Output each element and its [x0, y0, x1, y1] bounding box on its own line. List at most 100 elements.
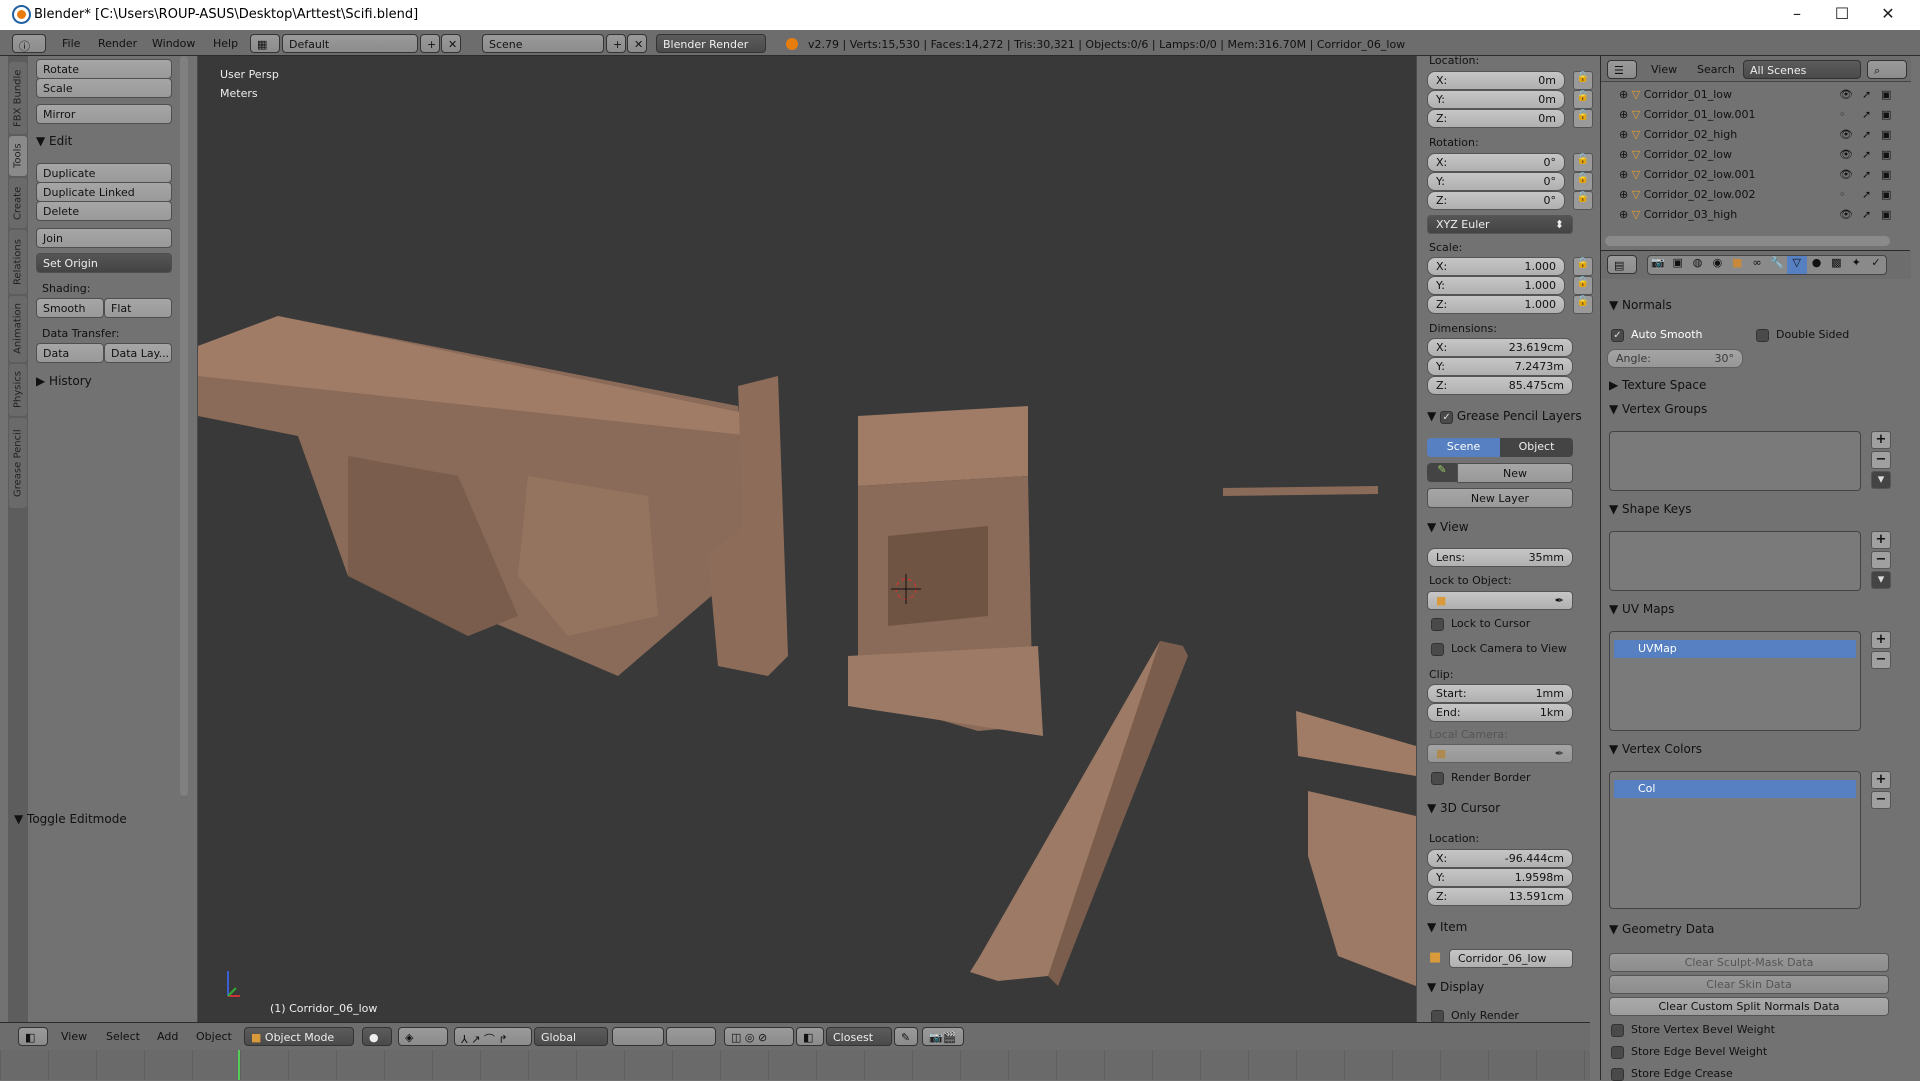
- shape-key-specials-button[interactable]: ▾: [1871, 571, 1891, 589]
- vertex-groups-header[interactable]: ▼ Vertex Groups: [1609, 402, 1707, 416]
- edit-panel-header[interactable]: ▼ Edit: [36, 134, 72, 148]
- grease-pencil-header[interactable]: ▼ ✓ Grease Pencil Layers: [1427, 409, 1582, 424]
- render-tab-icon[interactable]: 📷: [1648, 256, 1668, 274]
- menu-render[interactable]: Render: [98, 37, 137, 50]
- screen-layout-icon[interactable]: ▦: [250, 34, 280, 53]
- clip-start-field[interactable]: Start: 1mm: [1427, 684, 1573, 703]
- maximize-button[interactable]: ☐: [1827, 4, 1857, 23]
- auto-smooth-checkbox[interactable]: ✓: [1611, 329, 1624, 342]
- render-camera-icon[interactable]: ▣: [1881, 188, 1891, 201]
- outliner-view-menu[interactable]: View: [1651, 63, 1677, 76]
- store-edge-bevel-checkbox[interactable]: [1611, 1046, 1624, 1059]
- view-panel-header[interactable]: ▼ View: [1427, 520, 1469, 534]
- cursor-x-field[interactable]: X: -96.444cm: [1427, 849, 1573, 868]
- shelf-scrollbar[interactable]: [180, 56, 188, 796]
- eye-icon[interactable]: 👁: [1839, 208, 1853, 221]
- object-name-input[interactable]: Corridor_06_low: [1449, 949, 1573, 968]
- mode-dropdown[interactable]: ■ Object Mode: [244, 1027, 354, 1046]
- dimensions-x-field[interactable]: X: 23.619cm: [1427, 338, 1573, 357]
- outliner-row[interactable]: ⊕ ▽ Corridor_02_low.002 ◦ ➚ ▣: [1619, 188, 1899, 208]
- delete-scene-button[interactable]: ✕: [627, 34, 647, 53]
- rotation-y-field[interactable]: Y: 0°: [1427, 172, 1565, 191]
- outliner-row[interactable]: ⊕ ▽ Corridor_03_high 👁 ➚ ▣: [1619, 208, 1899, 228]
- eye-icon[interactable]: 👁: [1839, 148, 1853, 161]
- outliner-search-menu[interactable]: Search: [1697, 63, 1735, 76]
- menu-window[interactable]: Window: [152, 37, 195, 50]
- geometry-data-header[interactable]: ▼ Geometry Data: [1609, 922, 1714, 936]
- pencil-icon[interactable]: ✎: [1427, 463, 1457, 482]
- remove-vertex-group-button[interactable]: −: [1871, 451, 1891, 469]
- minimize-button[interactable]: –: [1782, 4, 1812, 23]
- transform-orientation-dropdown[interactable]: Global: [534, 1027, 608, 1046]
- render-engine-dropdown[interactable]: Blender Render: [656, 34, 766, 53]
- outliner-row[interactable]: ⊕ ▽ Corridor_02_low 👁 ➚ ▣: [1619, 148, 1899, 168]
- tab-animation[interactable]: Animation: [9, 296, 27, 362]
- render-opengl-icons[interactable]: 📷🎬: [922, 1027, 964, 1046]
- scale-y-field[interactable]: Y: 1.000: [1427, 276, 1565, 295]
- menu-help[interactable]: Help: [213, 37, 238, 50]
- eye-icon[interactable]: 👁: [1839, 128, 1853, 141]
- scale-z-field[interactable]: Z: 1.000: [1427, 295, 1565, 314]
- add-scene-button[interactable]: +: [606, 34, 626, 53]
- layers-tab-icon[interactable]: ▣: [1668, 256, 1688, 274]
- tab-relations[interactable]: Relations: [9, 230, 27, 294]
- 3d-view-editor-icon[interactable]: ◧: [18, 1027, 48, 1046]
- vertex-group-specials-button[interactable]: ▾: [1871, 471, 1891, 489]
- scale-button[interactable]: Scale: [36, 78, 172, 98]
- outliner-editor-icon[interactable]: ☰: [1607, 60, 1637, 79]
- tab-tools[interactable]: Tools: [9, 136, 27, 176]
- proportional-edit-icons[interactable]: ◫ ◎ ⊘: [724, 1027, 794, 1046]
- grease-pencil-checkbox[interactable]: ✓: [1440, 411, 1454, 424]
- render-camera-icon[interactable]: ▣: [1881, 88, 1891, 101]
- tab-physics[interactable]: Physics: [9, 364, 27, 416]
- remove-uv-map-button[interactable]: −: [1871, 651, 1891, 669]
- cursor-select-icon[interactable]: ➚: [1862, 128, 1871, 141]
- lock-icon[interactable]: 🔓: [1573, 191, 1593, 210]
- clear-split-normals-button[interactable]: Clear Custom Split Normals Data: [1609, 997, 1889, 1016]
- new-layer-button[interactable]: New Layer: [1427, 488, 1573, 508]
- cursor-select-icon[interactable]: ➚: [1862, 188, 1871, 201]
- menu-select[interactable]: Select: [106, 1030, 140, 1043]
- texture-tab-icon[interactable]: ▩: [1826, 256, 1846, 274]
- double-sided-checkbox[interactable]: [1756, 329, 1769, 342]
- uv-maps-header[interactable]: ▼ UV Maps: [1609, 602, 1674, 616]
- cursor-z-field[interactable]: Z: 13.591cm: [1427, 887, 1573, 906]
- render-border-checkbox[interactable]: [1431, 772, 1444, 785]
- gp-scene-tab[interactable]: Scene: [1427, 438, 1500, 457]
- display-mode-dropdown[interactable]: All Scenes: [1743, 60, 1861, 79]
- layers-grid-2[interactable]: [666, 1027, 716, 1046]
- cursor-select-icon[interactable]: ➚: [1862, 168, 1871, 181]
- item-panel-header[interactable]: ▼ Item: [1427, 920, 1467, 934]
- eye-hidden-icon[interactable]: ◦: [1839, 188, 1846, 201]
- eye-icon[interactable]: 👁: [1839, 88, 1853, 101]
- expand-icon[interactable]: ⊕: [1619, 88, 1628, 101]
- manipulator-icons[interactable]: ⅄ ↗ ⌒ ↱: [454, 1027, 532, 1046]
- menu-file[interactable]: File: [62, 37, 80, 50]
- smooth-button[interactable]: Smooth: [36, 298, 104, 318]
- render-camera-icon[interactable]: ▣: [1881, 208, 1891, 221]
- world-tab-icon[interactable]: ◉: [1707, 256, 1727, 274]
- scene-field[interactable]: Scene: [482, 34, 604, 53]
- snap-target-dropdown[interactable]: Closest: [826, 1027, 892, 1046]
- timeline[interactable]: [0, 1050, 1590, 1080]
- vertex-groups-list[interactable]: [1609, 431, 1861, 491]
- object-tab-icon[interactable]: ■: [1727, 256, 1747, 274]
- gp-object-tab[interactable]: Object: [1500, 438, 1573, 457]
- constraints-tab-icon[interactable]: ∞: [1747, 256, 1767, 274]
- lock-icon[interactable]: 🔓: [1573, 172, 1593, 191]
- modifiers-tab-icon[interactable]: 🔧: [1767, 256, 1787, 274]
- dimensions-z-field[interactable]: Z: 85.475cm: [1427, 376, 1573, 395]
- cursor-select-icon[interactable]: ➚: [1862, 88, 1871, 101]
- display-panel-header[interactable]: ▼ Display: [1427, 980, 1484, 994]
- physics-tab-icon[interactable]: ✓: [1866, 256, 1886, 274]
- shape-keys-list[interactable]: [1609, 531, 1861, 591]
- store-vertex-bevel-checkbox[interactable]: [1611, 1024, 1624, 1037]
- cursor-select-icon[interactable]: ➚: [1862, 148, 1871, 161]
- menu-view[interactable]: View: [61, 1030, 87, 1043]
- flat-button[interactable]: Flat: [104, 298, 172, 318]
- location-z-field[interactable]: Z: 0m: [1427, 109, 1565, 128]
- rotation-mode-dropdown[interactable]: XYZ Euler ⬍: [1427, 215, 1573, 234]
- store-edge-crease-checkbox[interactable]: [1611, 1068, 1624, 1081]
- remove-shape-key-button[interactable]: −: [1871, 551, 1891, 569]
- vertex-color-item[interactable]: Col: [1614, 780, 1856, 798]
